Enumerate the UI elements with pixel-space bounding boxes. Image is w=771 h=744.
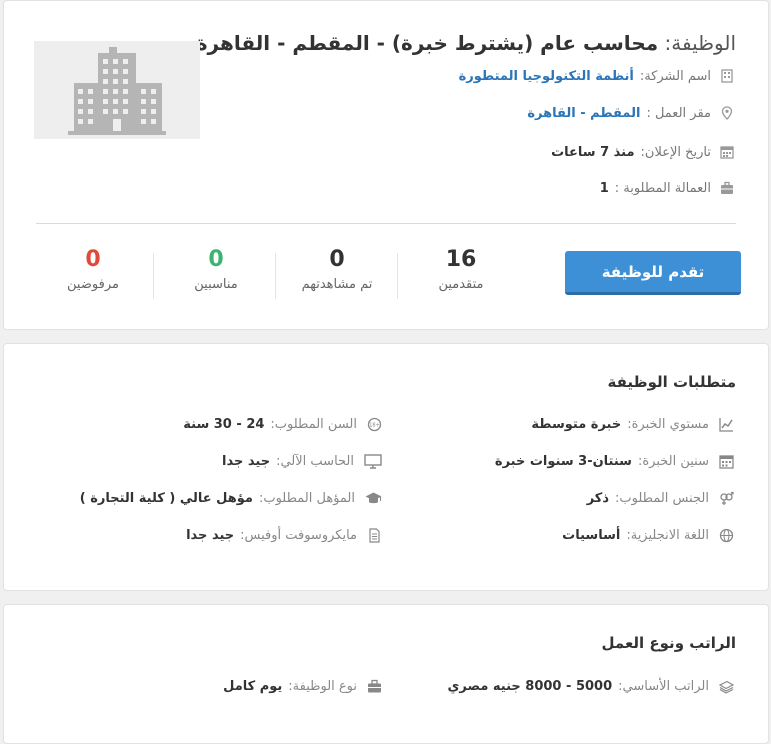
stat-suitable-number: 0 (208, 247, 224, 272)
briefcase-icon (367, 679, 382, 694)
req-label: سنين الخبرة: (637, 453, 709, 469)
svg-text:+18: +18 (369, 422, 380, 428)
req-label: مايكروسوفت أوفيس: (240, 527, 357, 543)
req-years-experience: سنين الخبرة: سنتان-3 سنوات خبرة (495, 450, 734, 472)
req-value: سنتان-3 سنوات خبرة (494, 453, 632, 469)
globe-icon (719, 528, 734, 543)
location-row: مقر العمل : المقطم - القاهرة (527, 102, 734, 124)
vacancies-row: العمالة المطلوبة : 1 (600, 177, 734, 199)
vacancies-value: 1 (599, 180, 609, 196)
req-gender: الجنس المطلوب: ذكر (587, 487, 734, 509)
salary-title: الراتب ونوع العمل (601, 634, 737, 652)
posted-value: منذ 7 ساعات (551, 144, 635, 160)
job-title: الوظيفة: محاسب عام (يشترط خبرة) - المقطم… (196, 31, 736, 55)
job-type-value: يوم كامل (223, 678, 283, 694)
stat-suitable: 0 مناسبين (156, 247, 276, 292)
req-value: جيد جدا (222, 453, 271, 469)
salary-value: 5000 - 8000 جنيه مصري (447, 678, 613, 694)
req-label: المؤهل المطلوب: (258, 490, 355, 506)
apply-button[interactable]: تقدم للوظيفة (565, 251, 741, 295)
req-value: أساسيات (562, 527, 621, 543)
stat-viewed-number: 0 (329, 247, 345, 272)
calendar-icon (720, 145, 734, 159)
monitor-icon (364, 453, 382, 469)
job-title-label: الوظيفة: (664, 31, 736, 55)
req-label: اللغة الانجليزية: (626, 527, 709, 543)
graduation-cap-icon (365, 491, 382, 506)
req-value: جيد جدا (186, 527, 235, 543)
company-logo (34, 41, 200, 139)
age-icon: +18 (367, 417, 382, 432)
company-row: اسم الشركة: أنظمة التكنولوجيا المتطورة (459, 65, 734, 87)
stat-applicants-label: متقدمين (438, 277, 484, 292)
req-age: +18 السن المطلوب: 24 - 30 سنة (183, 413, 382, 435)
job-title-value: محاسب عام (يشترط خبرة) - المقطم - القاهر… (195, 31, 659, 55)
req-value: 24 - 30 سنة (183, 416, 265, 432)
salary-row: الراتب الأساسي: 5000 - 8000 جنيه مصري (448, 675, 734, 697)
stat-separator (153, 253, 154, 299)
stat-applicants: 16 متقدمين (401, 247, 521, 292)
stat-rejected: 0 مرفوضين (33, 247, 153, 292)
req-value: خبرة متوسطة (531, 416, 622, 432)
posted-row: تاريخ الإعلان: منذ 7 ساعات (551, 141, 734, 163)
req-computer: الحاسب الآلي: جيد جدا (222, 450, 382, 472)
briefcase-icon (720, 181, 734, 195)
company-label: اسم الشركة: (639, 68, 711, 84)
req-value: ذكر (586, 490, 610, 506)
stat-separator (397, 253, 398, 299)
req-label: الحاسب الآلي: (276, 453, 354, 469)
stat-rejected-label: مرفوضين (67, 277, 119, 292)
req-experience-level: مستوي الخبرة: خبرة متوسطة (531, 413, 734, 435)
req-label: السن المطلوب: (270, 416, 357, 432)
header-divider (36, 223, 736, 224)
company-link[interactable]: أنظمة التكنولوجيا المتطورة (459, 69, 634, 84)
vacancies-label: العمالة المطلوبة : (614, 180, 711, 196)
salary-label: الراتب الأساسي: (618, 678, 709, 694)
salary-card: الراتب ونوع العمل الراتب الأساسي: 5000 -… (3, 604, 769, 744)
requirements-card: متطلبات الوظيفة مستوي الخبرة: خبرة متوسط… (3, 343, 769, 591)
location-link[interactable]: المقطم - القاهرة (527, 106, 640, 121)
chart-icon (719, 417, 734, 432)
req-qualification: المؤهل المطلوب: مؤهل عالي ( كلية التجارة… (80, 487, 382, 509)
job-type-label: نوع الوظيفة: (288, 678, 357, 694)
requirements-title: متطلبات الوظيفة (607, 373, 736, 391)
stat-applicants-number: 16 (445, 247, 477, 272)
stat-viewed: 0 تم مشاهدتهم (277, 247, 397, 292)
req-ms-office: مايكروسوفت أوفيس: جيد جدا (186, 524, 382, 546)
job-type-row: نوع الوظيفة: يوم كامل (223, 675, 382, 697)
req-label: مستوي الخبرة: (627, 416, 709, 432)
req-value: مؤهل عالي ( كلية التجارة ) (79, 490, 253, 506)
stat-rejected-number: 0 (85, 247, 101, 272)
req-english: اللغة الانجليزية: أساسيات (562, 524, 734, 546)
money-icon (719, 679, 734, 694)
req-label: الجنس المطلوب: (615, 490, 709, 506)
job-header-card: الوظيفة: محاسب عام (يشترط خبرة) - المقطم… (3, 0, 769, 330)
location-label: مقر العمل : (646, 105, 711, 121)
building-logo-icon (68, 47, 166, 135)
map-pin-icon (720, 106, 734, 120)
calendar-icon (719, 454, 734, 469)
building-icon (720, 69, 734, 83)
stat-suitable-label: مناسبين (194, 277, 238, 292)
gender-icon (719, 491, 734, 506)
posted-label: تاريخ الإعلان: (640, 144, 711, 160)
stat-viewed-label: تم مشاهدتهم (301, 277, 373, 292)
document-icon (367, 527, 382, 543)
